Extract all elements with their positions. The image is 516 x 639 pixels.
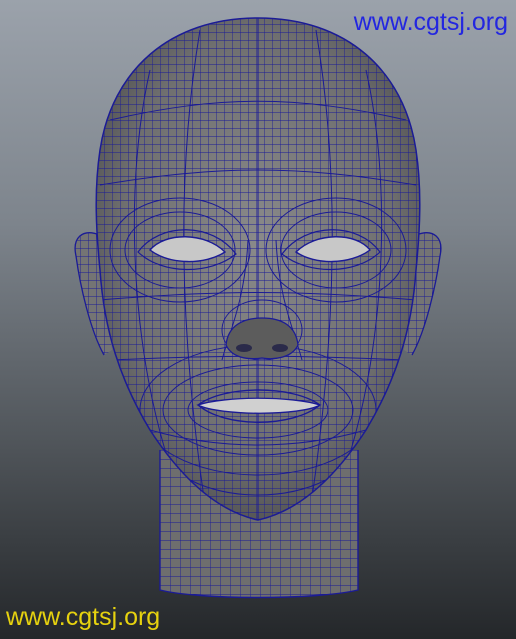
head-mesh (95, 17, 421, 521)
watermark-top: www.cgtsj.org (353, 8, 508, 36)
watermark-bottom: www.cgtsj.org (6, 603, 161, 631)
3d-viewport[interactable]: www.cgtsj.org www.cgtsj.org (0, 0, 516, 639)
wireframe-head-model (74, 17, 442, 599)
nose (225, 317, 299, 360)
